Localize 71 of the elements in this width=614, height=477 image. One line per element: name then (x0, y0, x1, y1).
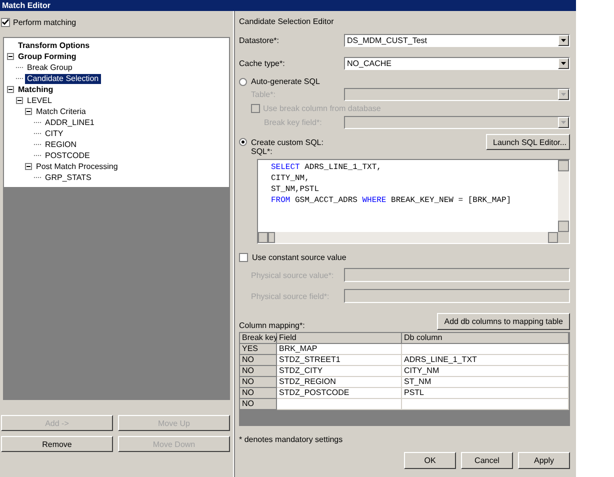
dropdown[interactable]: NO_CACHE (344, 57, 570, 70)
sql-code: SELECT ADRS_LINE_1_TXT, CITY_NM, ST_NM,PSTL FROM GSM_ACCT_ADRS WHERE BREAK_KEY_NEW = [BRK_MAP] (270, 162, 512, 207)
tree-item[interactable]: POSTCODE (43, 150, 92, 160)
tree-item[interactable]: Matching (16, 84, 56, 94)
collapse-icon[interactable] (25, 108, 32, 115)
tree-item[interactable]: Transform Options (16, 40, 92, 50)
collapse-icon[interactable] (25, 163, 32, 170)
dialog-button[interactable]: OK (404, 452, 456, 469)
action-button[interactable]: Remove (1, 436, 113, 452)
field-label: Datastore*: (239, 36, 280, 45)
radio-button[interactable] (239, 78, 247, 86)
column-header[interactable]: Db column (402, 333, 569, 344)
tree-item[interactable]: Post Match Processing (34, 162, 120, 172)
table-cell[interactable]: CITY_NM (402, 366, 569, 377)
table-cell[interactable]: NO (240, 399, 277, 410)
scrollbar[interactable] (558, 160, 569, 232)
table-cell[interactable]: ST_NM (402, 377, 569, 388)
caret-icon (561, 39, 566, 42)
dialog-button[interactable]: Cancel (461, 452, 513, 469)
window-title: Match Editor (0, 0, 576, 11)
column-header[interactable]: Break key (240, 333, 277, 344)
table-cell[interactable]: STDZ_POSTCODE (277, 388, 402, 399)
editor-title: Candidate Selection Editor (239, 16, 335, 28)
checkbox[interactable] (239, 253, 248, 262)
column-header[interactable]: Field (277, 333, 402, 344)
radio-button[interactable] (239, 138, 247, 146)
checkbox-label: Perform matching (13, 18, 76, 26)
scrollbar[interactable] (258, 232, 558, 243)
caret-icon (561, 121, 566, 124)
tree-item[interactable]: Group Forming (16, 52, 78, 62)
table-cell[interactable]: ADRS_LINE_1_TXT (402, 355, 569, 366)
collapse-icon[interactable] (7, 53, 14, 60)
table-cell[interactable]: PSTL (402, 388, 569, 399)
field-label: Cache type*: (239, 59, 286, 68)
scrollbar-corner (558, 232, 569, 243)
checkbox-label: Use constant source value (252, 253, 346, 262)
tree-item[interactable]: GRP_STATS (43, 172, 94, 182)
tree-item[interactable]: CITY (43, 128, 66, 138)
radio-label: Auto-generate SQL (251, 77, 320, 86)
sql-editor[interactable]: SELECT ADRS_LINE_1_TXT, CITY_NM, ST_NM,PSTL FROM GSM_ACCT_ADRS WHERE BREAK_KEY_NEW = [BRK_MAP] (257, 159, 570, 244)
table-cell[interactable]: NO (240, 388, 277, 399)
collapse-icon[interactable] (7, 86, 14, 93)
tree-item[interactable]: Break Group (25, 62, 74, 72)
tree-item[interactable]: LEVEL (25, 96, 54, 106)
add-columns-button[interactable]: Add db columns to mapping table (437, 313, 570, 330)
field-label: Column mapping*: (239, 321, 305, 330)
caret-icon (561, 62, 566, 65)
checkbox[interactable] (1, 18, 10, 26)
tree-item[interactable]: Candidate Selection (25, 74, 101, 84)
footnote: * denotes mandatory settings (239, 435, 344, 444)
table-cell[interactable]: STDZ_REGION (277, 377, 402, 388)
table-cell[interactable]: NO (240, 377, 277, 388)
tree-item[interactable]: ADDR_LINE1 (43, 118, 96, 128)
table-cell[interactable]: NO (240, 366, 277, 377)
table-cell[interactable]: STDZ_CITY (277, 366, 402, 377)
table-cell[interactable]: YES (240, 344, 277, 355)
table-cell[interactable]: STDZ_STREET1 (277, 355, 402, 366)
dropdown[interactable]: DS_MDM_CUST_Test (344, 34, 570, 47)
collapse-icon[interactable] (16, 97, 23, 104)
dialog-button[interactable]: Apply (518, 452, 570, 469)
caret-icon (561, 93, 566, 96)
radio-label: Create custom SQL: (251, 138, 324, 146)
launch-sql-editor-button[interactable]: Launch SQL Editor... (486, 134, 570, 150)
tree-item[interactable]: Match Criteria (34, 106, 88, 116)
table-cell[interactable]: BRK_MAP (277, 344, 402, 355)
field-label: SQL*: (250, 147, 274, 156)
tree-item[interactable]: REGION (43, 140, 79, 150)
table-cell[interactable] (277, 399, 402, 410)
table-cell[interactable]: NO (240, 355, 277, 366)
table-cell[interactable] (402, 399, 569, 410)
table-cell[interactable] (402, 344, 569, 355)
